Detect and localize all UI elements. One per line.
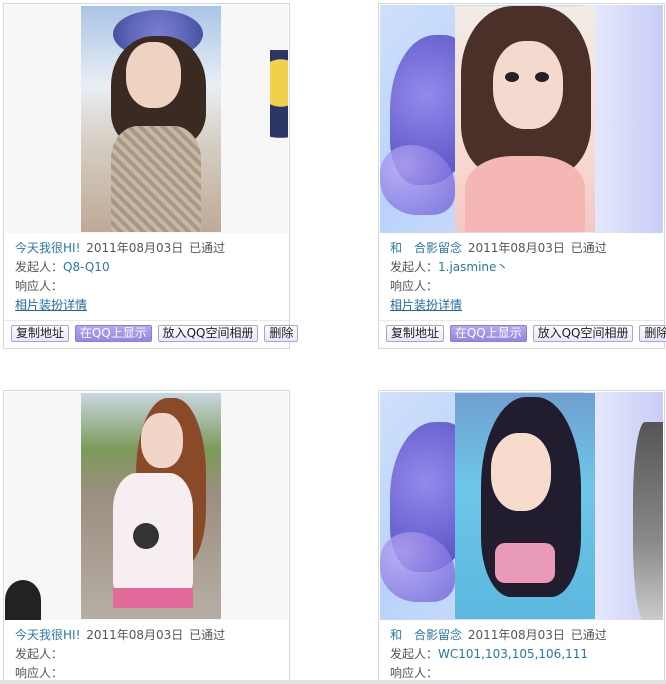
- photo-date: 2011年08月03日: [86, 241, 184, 255]
- add-to-qzone-album-button[interactable]: 放入QQ空间相册: [157, 325, 259, 342]
- initiator-label: 发起人：: [390, 647, 439, 661]
- page-bottom-divider: [0, 680, 666, 684]
- photo-thumbnail[interactable]: [455, 6, 595, 232]
- mood-link[interactable]: 和 合影留念: [390, 628, 462, 642]
- photo-card-1: 今天我很HI! 2011年08月03日 已通过 发起人：Q8-Q10 响应人： …: [3, 3, 299, 349]
- status-text: 已通过: [189, 241, 226, 255]
- responder-label: 响应人：: [390, 666, 439, 680]
- status-text: 已通过: [570, 628, 607, 642]
- photo-info: 和 合影留念 2011年08月03日 已通过 发起人：WC101,103,105…: [379, 621, 664, 683]
- delete-button[interactable]: 删除: [264, 325, 299, 342]
- photo-detail-link[interactable]: 相片装扮详情: [15, 298, 87, 312]
- initiator-link[interactable]: Q8-Q10: [63, 260, 110, 274]
- copy-address-button[interactable]: 复制地址: [386, 325, 445, 342]
- mood-link[interactable]: 今天我很HI!: [15, 628, 80, 642]
- show-on-qq-button[interactable]: 在QQ上显示: [449, 325, 527, 342]
- photo-thumbnail[interactable]: [81, 6, 221, 232]
- photo-card-4: 和 合影留念 2011年08月03日 已通过 发起人：WC101,103,105…: [378, 390, 665, 684]
- photo-frame: [380, 392, 663, 620]
- photo-info: 和 合影留念 2011年08月03日 已通过 发起人：1.jasmine丶 响应…: [379, 234, 664, 315]
- decoration-sticker: [5, 580, 41, 620]
- initiator-label: 发起人：: [15, 647, 64, 661]
- responder-label: 响应人：: [15, 279, 64, 293]
- photo-card-3: 今天我很HI! 2011年08月03日 已通过 发起人： 响应人：: [3, 390, 290, 684]
- photo-thumbnail[interactable]: [455, 393, 595, 619]
- mood-link[interactable]: 今天我很HI!: [15, 241, 80, 255]
- initiator-label: 发起人：: [15, 260, 64, 274]
- photo-frame: [5, 392, 288, 620]
- photo-card-2: 和 合影留念 2011年08月03日 已通过 发起人：1.jasmine丶 响应…: [378, 3, 666, 349]
- responder-label: 响应人：: [15, 666, 64, 680]
- photo-frame: [5, 5, 288, 233]
- status-text: 已通过: [570, 241, 607, 255]
- photo-date: 2011年08月03日: [467, 628, 565, 642]
- action-bar: 复制地址 在QQ上显示 放入QQ空间相册 删除: [4, 320, 299, 348]
- initiator-link[interactable]: WC101,103,105,106,111: [438, 647, 588, 661]
- status-text: 已通过: [189, 628, 226, 642]
- initiator-label: 发起人：: [390, 260, 439, 274]
- responder-label: 响应人：: [390, 279, 439, 293]
- action-bar: 复制地址 在QQ上显示 放入QQ空间相册 删除: [379, 320, 666, 348]
- photo-info: 今天我很HI! 2011年08月03日 已通过 发起人： 响应人：: [4, 621, 289, 683]
- add-to-qzone-album-button[interactable]: 放入QQ空间相册: [532, 325, 634, 342]
- copy-address-button[interactable]: 复制地址: [11, 325, 70, 342]
- photo-date: 2011年08月03日: [86, 628, 184, 642]
- photo-detail-link[interactable]: 相片装扮详情: [390, 298, 462, 312]
- decoration-sticker: [633, 422, 663, 620]
- photo-frame: [380, 5, 663, 233]
- photo-date: 2011年08月03日: [467, 241, 565, 255]
- photo-thumbnail[interactable]: [81, 393, 221, 619]
- show-on-qq-button[interactable]: 在QQ上显示: [74, 325, 152, 342]
- mood-link[interactable]: 和 合影留念: [390, 241, 462, 255]
- decoration-sticker: [270, 50, 288, 160]
- delete-button[interactable]: 删除: [639, 325, 666, 342]
- photo-info: 今天我很HI! 2011年08月03日 已通过 发起人：Q8-Q10 响应人： …: [4, 234, 289, 315]
- initiator-link[interactable]: 1.jasmine丶: [438, 260, 508, 274]
